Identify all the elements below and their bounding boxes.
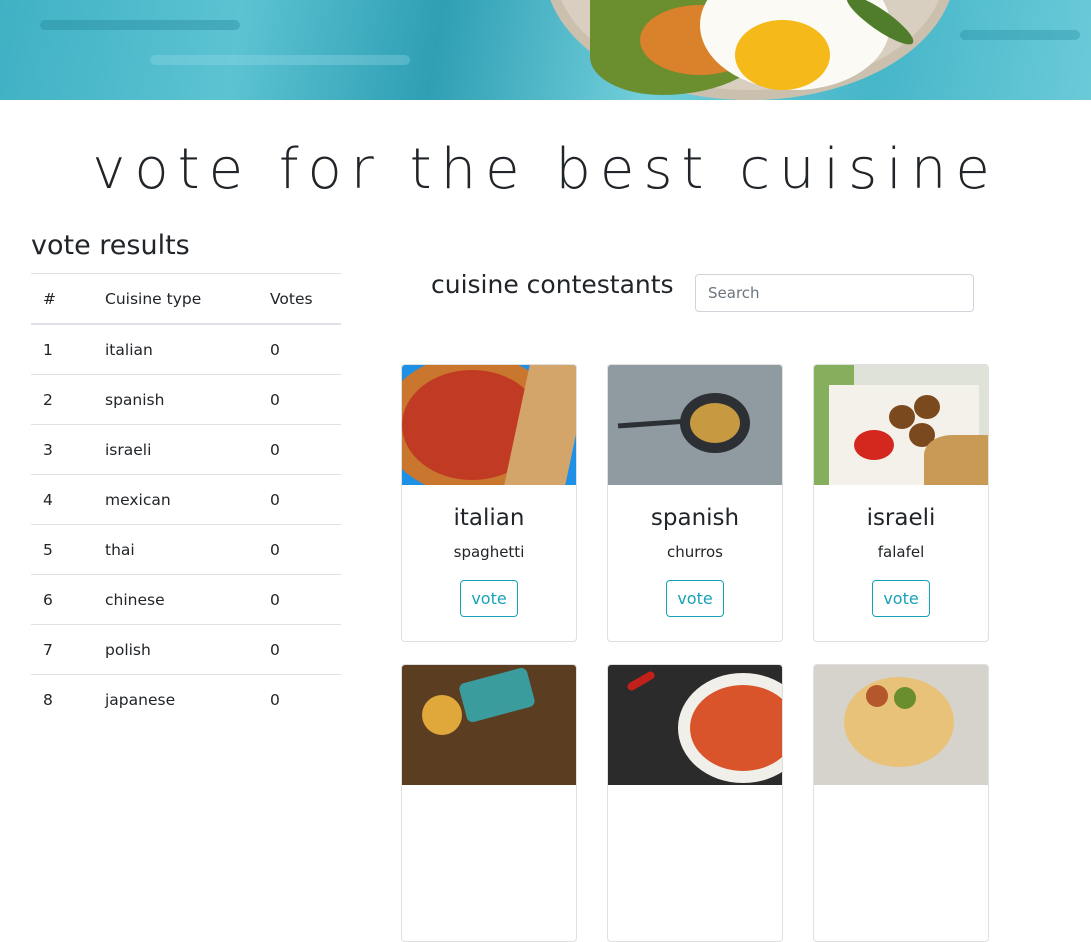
contestant-card-italian: italian spaghetti vote xyxy=(401,364,577,642)
vote-results-heading: vote results xyxy=(31,230,190,261)
italian-food-image xyxy=(402,365,576,485)
row-cuisine: spanish xyxy=(93,374,258,425)
table-row: 3 israeli 0 xyxy=(31,424,341,475)
hero-banner-image xyxy=(0,0,1091,100)
vote-results-table: # Cuisine type Votes 1 italian 0 2 spani… xyxy=(31,273,341,724)
row-votes: 0 xyxy=(258,624,341,675)
chinese-food-image xyxy=(814,665,988,785)
cuisine-contestants-heading: cuisine contestants xyxy=(431,270,674,299)
table-row: 8 japanese 0 xyxy=(31,674,341,724)
table-row: 7 polish 0 xyxy=(31,624,341,675)
table-row: 1 italian 0 xyxy=(31,323,341,375)
column-header-cuisine: Cuisine type xyxy=(93,273,258,325)
row-number: 4 xyxy=(31,474,93,525)
vote-button-israeli[interactable]: vote xyxy=(872,580,930,617)
column-header-votes: Votes xyxy=(258,273,341,325)
row-number: 6 xyxy=(31,574,93,625)
table-row: 2 spanish 0 xyxy=(31,374,341,425)
vote-button-italian[interactable]: vote xyxy=(460,580,518,617)
row-cuisine: japanese xyxy=(93,674,258,724)
row-votes: 0 xyxy=(258,574,341,625)
row-votes: 0 xyxy=(258,474,341,525)
israeli-food-image xyxy=(814,365,988,485)
row-votes: 0 xyxy=(258,674,341,724)
row-votes: 0 xyxy=(258,424,341,475)
table-row: 6 chinese 0 xyxy=(31,574,341,625)
column-header-number: # xyxy=(31,273,93,325)
vote-button-spanish[interactable]: vote xyxy=(666,580,724,617)
row-number: 3 xyxy=(31,424,93,475)
row-cuisine: italian xyxy=(93,323,258,375)
row-votes: 0 xyxy=(258,524,341,575)
contestant-card-thai xyxy=(607,664,783,942)
search-input[interactable] xyxy=(695,274,974,312)
row-number: 1 xyxy=(31,323,93,375)
page-title: vote for the best cuisine xyxy=(92,137,999,202)
contestant-card-chinese xyxy=(813,664,989,942)
row-votes: 0 xyxy=(258,374,341,425)
card-dish-name: spaghetti xyxy=(453,543,525,561)
row-votes: 0 xyxy=(258,323,341,375)
row-number: 5 xyxy=(31,524,93,575)
row-number: 2 xyxy=(31,374,93,425)
card-dish-name: falafel xyxy=(877,543,925,561)
row-cuisine: thai xyxy=(93,524,258,575)
table-row: 5 thai 0 xyxy=(31,524,341,575)
contestant-card-spanish: spanish churros vote xyxy=(607,364,783,642)
table-header-row: # Cuisine type Votes xyxy=(31,273,341,325)
spanish-food-image xyxy=(608,365,782,485)
row-number: 7 xyxy=(31,624,93,675)
card-dish-name: churros xyxy=(667,543,723,561)
thai-food-image xyxy=(608,665,782,785)
row-cuisine: israeli xyxy=(93,424,258,475)
mexican-food-image xyxy=(402,665,576,785)
row-number: 8 xyxy=(31,674,93,724)
row-cuisine: mexican xyxy=(93,474,258,525)
card-cuisine-name: israeli xyxy=(866,505,936,531)
row-cuisine: chinese xyxy=(93,574,258,625)
contestant-card-israeli: israeli falafel vote xyxy=(813,364,989,642)
table-row: 4 mexican 0 xyxy=(31,474,341,525)
contestant-card-mexican xyxy=(401,664,577,942)
card-cuisine-name: italian xyxy=(453,505,525,531)
card-cuisine-name: spanish xyxy=(650,505,740,531)
row-cuisine: polish xyxy=(93,624,258,675)
